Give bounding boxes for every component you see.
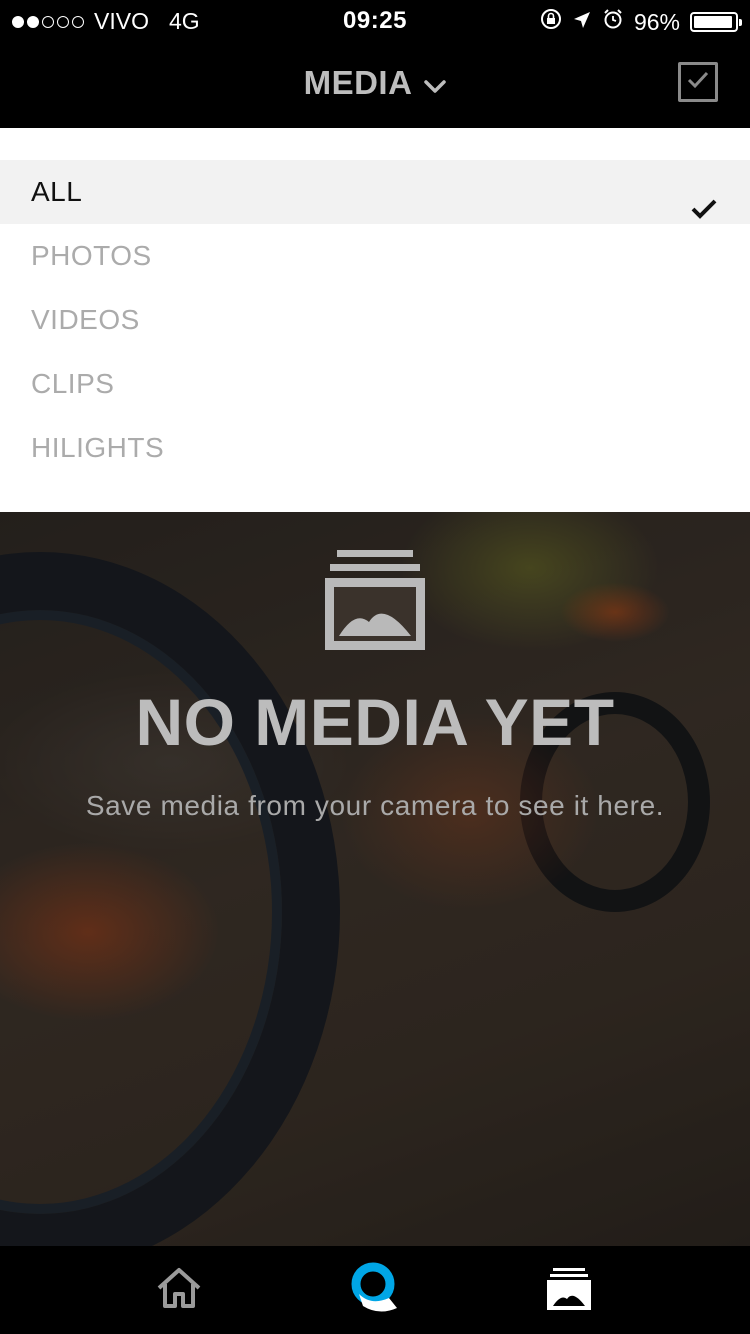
empty-state-subtitle: Save media from your camera to see it he… (85, 790, 665, 821)
home-icon (155, 1266, 203, 1315)
battery-fill (694, 16, 733, 28)
filter-menu: ALL PHOTOS VIDEOS CLIPS HILIGHTS (0, 128, 750, 512)
filter-option-label: VIDEOS (31, 304, 140, 335)
filter-option-label: CLIPS (31, 368, 115, 399)
navigation-bar: MEDIA (0, 40, 750, 128)
rotation-lock-icon (540, 8, 562, 36)
media-content-area: NO MEDIA YET Save media from your camera… (0, 512, 750, 1246)
filter-option-hilights[interactable]: HILIGHTS (0, 416, 750, 480)
filter-option-label: PHOTOS (31, 240, 152, 271)
tab-home[interactable] (153, 1264, 205, 1316)
filter-option-photos[interactable]: PHOTOS (0, 224, 750, 288)
checkbox-icon (686, 70, 710, 95)
filter-option-label: HILIGHTS (31, 432, 165, 463)
filter-option-all[interactable]: ALL (0, 160, 750, 224)
status-right: 96% (540, 8, 742, 36)
media-library-icon (547, 1266, 591, 1315)
filter-option-clips[interactable]: CLIPS (0, 352, 750, 416)
empty-state-title: NO MEDIA YET (135, 685, 615, 759)
tab-quik[interactable] (349, 1262, 401, 1319)
location-icon (572, 9, 592, 36)
page-title: MEDIA (303, 64, 413, 101)
status-bar: VIVO 4G 09:25 96% (0, 0, 750, 40)
chevron-down-icon (424, 64, 447, 102)
quik-logo-icon (349, 1262, 401, 1319)
tab-media[interactable] (543, 1264, 595, 1316)
empty-media-icon (325, 550, 425, 655)
media-filter-dropdown[interactable]: MEDIA (0, 64, 750, 102)
filter-option-label: ALL (31, 176, 83, 207)
tab-bar (0, 1246, 750, 1334)
battery-icon (690, 12, 742, 32)
battery-percent: 96% (633, 8, 680, 35)
filter-option-videos[interactable]: VIDEOS (0, 288, 750, 352)
select-mode-button[interactable] (678, 62, 718, 102)
alarm-icon (602, 8, 624, 36)
